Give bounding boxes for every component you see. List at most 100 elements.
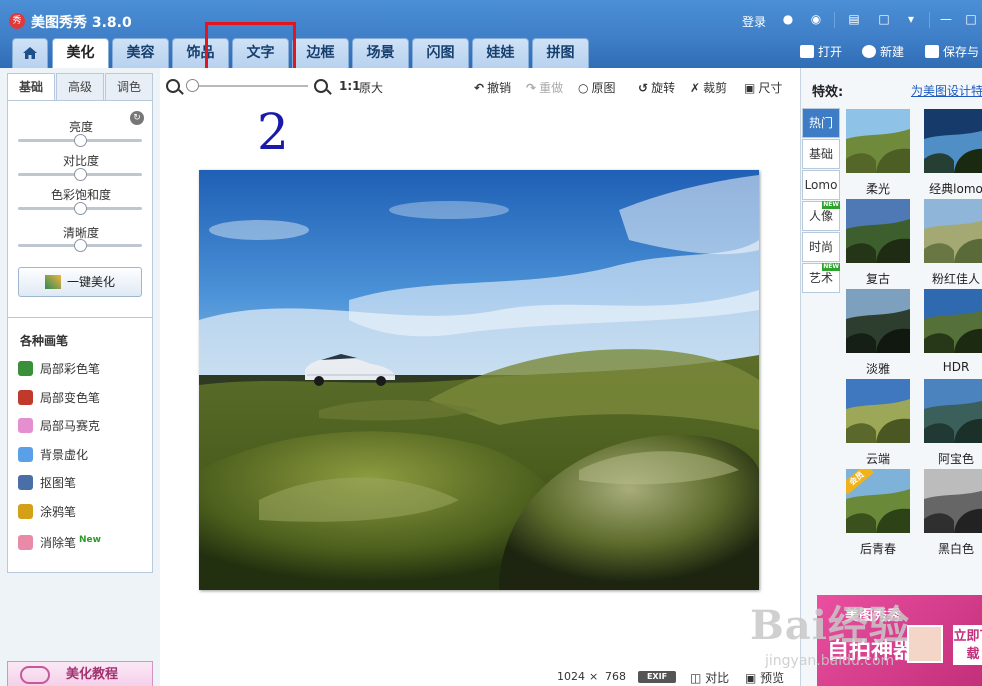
tab-collage[interactable]: 拼图 — [532, 38, 589, 68]
rotate-icon: ↺ — [638, 81, 649, 95]
effects-design-link[interactable]: 为美图设计特 — [911, 82, 982, 99]
weibo-icon[interactable]: ◉ — [808, 12, 824, 26]
subtab-color[interactable]: 调色 — [105, 73, 153, 101]
effect-label: 复古 — [865, 272, 890, 286]
brush-icon — [18, 361, 33, 376]
effect-category[interactable]: 艺术 NEW — [802, 263, 840, 293]
effect-preview — [846, 379, 910, 443]
edited-photo[interactable] — [199, 170, 759, 590]
effect-preview — [924, 469, 982, 533]
home-icon — [23, 47, 37, 59]
sharpness-slider[interactable] — [18, 239, 142, 252]
original-button[interactable]: ○ 原图 — [578, 79, 616, 96]
tab-doll[interactable]: 娃娃 — [472, 38, 529, 68]
brush-item[interactable]: 局部彩色笔 — [18, 360, 148, 378]
app-title: 美图秀秀 3.8.0 — [31, 15, 132, 31]
undo-icon: ↶ — [474, 81, 485, 95]
effect-thumbnail[interactable] — [924, 199, 982, 263]
tab-beautify[interactable]: 美化 — [52, 38, 109, 68]
effect-preview — [924, 199, 982, 263]
new-badge: NEW — [822, 201, 840, 209]
actual-size-button[interactable]: 原大 — [359, 79, 383, 96]
slider-label-saturation: 色彩饱和度 — [50, 188, 111, 202]
effect-label: 阿宝色 — [937, 452, 974, 466]
footprint-icon — [20, 666, 50, 684]
effect-category[interactable]: 基础 — [802, 139, 840, 169]
effect-thumbnail[interactable] — [924, 469, 982, 533]
effect-thumbnail[interactable] — [924, 289, 982, 353]
brightness-slider[interactable] — [18, 134, 142, 147]
new-badge: NEW — [822, 263, 840, 271]
save-button[interactable]: 保存与 — [925, 43, 979, 60]
subtab-advanced[interactable]: 高级 — [56, 73, 104, 101]
slider-knob[interactable] — [73, 239, 87, 252]
brush-item[interactable]: 局部马赛克 — [18, 417, 148, 435]
landscape-image — [199, 170, 759, 590]
effect-preview — [924, 289, 982, 353]
effect-thumbnail[interactable] — [924, 109, 982, 173]
plus-icon — [862, 45, 876, 58]
brush-item[interactable]: 局部变色笔 — [18, 389, 148, 407]
open-button[interactable]: 打开 — [800, 43, 842, 60]
redo-icon: ↷ — [526, 81, 537, 95]
effect-thumbnail[interactable] — [846, 379, 910, 443]
zoom-knob[interactable] — [186, 79, 199, 92]
tab-beauty[interactable]: 美容 — [112, 38, 169, 68]
tab-flash[interactable]: 闪图 — [412, 38, 469, 68]
login-link[interactable]: 登录 — [742, 13, 766, 30]
saturation-slider[interactable] — [18, 202, 142, 215]
slider-knob[interactable] — [73, 168, 87, 181]
new-button[interactable]: 新建 — [862, 43, 904, 60]
qq-icon[interactable]: ● — [780, 12, 796, 26]
brush-item[interactable]: 抠图笔 — [18, 474, 148, 492]
tab-home[interactable] — [12, 38, 48, 68]
effect-category[interactable]: 人像 NEW — [802, 201, 840, 231]
effect-category[interactable]: 时尚 — [802, 232, 840, 262]
ad-line1: 美图秀秀 — [845, 608, 901, 624]
effect-thumbnail[interactable] — [846, 109, 910, 173]
one-click-beautify-button[interactable]: 一键美化 — [18, 267, 142, 297]
contrast-slider[interactable] — [18, 168, 142, 181]
message-icon[interactable]: □ — [876, 12, 892, 26]
image-height: 768 — [605, 670, 626, 683]
exif-button[interactable]: EXIF — [638, 671, 676, 683]
ad-banner[interactable]: 美图秀秀 自拍神器 立即下载 — [817, 595, 982, 686]
menu-icon[interactable]: ▾ — [903, 12, 919, 26]
effect-thumbnail[interactable] — [846, 199, 910, 263]
brush-item[interactable]: 涂鸦笔 — [18, 503, 148, 521]
undo-button[interactable]: ↶ 撤销 — [474, 79, 511, 96]
document-icon[interactable]: ▤ — [846, 12, 862, 26]
compare-button[interactable]: ◫ 对比 — [690, 669, 729, 686]
preview-button[interactable]: ▣ 预览 — [745, 669, 784, 686]
zoom-in-icon[interactable] — [314, 79, 328, 93]
compare-icon: ◫ — [690, 671, 702, 685]
zoom-out-icon[interactable] — [166, 79, 180, 93]
tab-frame[interactable]: 边框 — [292, 38, 349, 68]
image-width: 1024 — [557, 670, 585, 683]
actual-size-ratio[interactable]: 1:1 — [339, 79, 361, 93]
tab-scene[interactable]: 场景 — [352, 38, 409, 68]
save-icon — [925, 45, 939, 58]
slider-knob[interactable] — [73, 134, 87, 147]
minimize-icon[interactable]: — — [938, 12, 954, 26]
rotate-button[interactable]: ↺ 旋转 — [638, 79, 675, 96]
ad-download-button[interactable]: 立即下载 — [953, 625, 982, 665]
effect-category[interactable]: Lomo — [802, 170, 840, 200]
effect-thumbnail[interactable] — [924, 379, 982, 443]
slider-knob[interactable] — [73, 202, 87, 215]
effect-label: 经典lomo — [929, 182, 982, 196]
zoom-slider[interactable] — [188, 85, 308, 87]
brush-icon — [18, 389, 33, 405]
wand-icon — [44, 275, 61, 289]
redo-button[interactable]: ↷ 重做 — [526, 79, 563, 96]
crop-button[interactable]: ✗ 裁剪 — [690, 79, 727, 96]
brush-item[interactable]: 背景虚化 — [18, 446, 148, 464]
tutorial-button[interactable]: 美化教程 — [7, 661, 153, 686]
brush-item[interactable]: 消除笔 New — [18, 531, 148, 550]
resize-button[interactable]: ▣ 尺寸 — [744, 79, 782, 96]
effect-category[interactable]: 热门 — [802, 108, 840, 138]
subtab-basic[interactable]: 基础 — [7, 73, 55, 101]
effect-thumbnail[interactable]: 会员 — [846, 469, 910, 533]
maximize-icon[interactable]: □ — [963, 12, 979, 26]
effect-thumbnail[interactable] — [846, 289, 910, 353]
